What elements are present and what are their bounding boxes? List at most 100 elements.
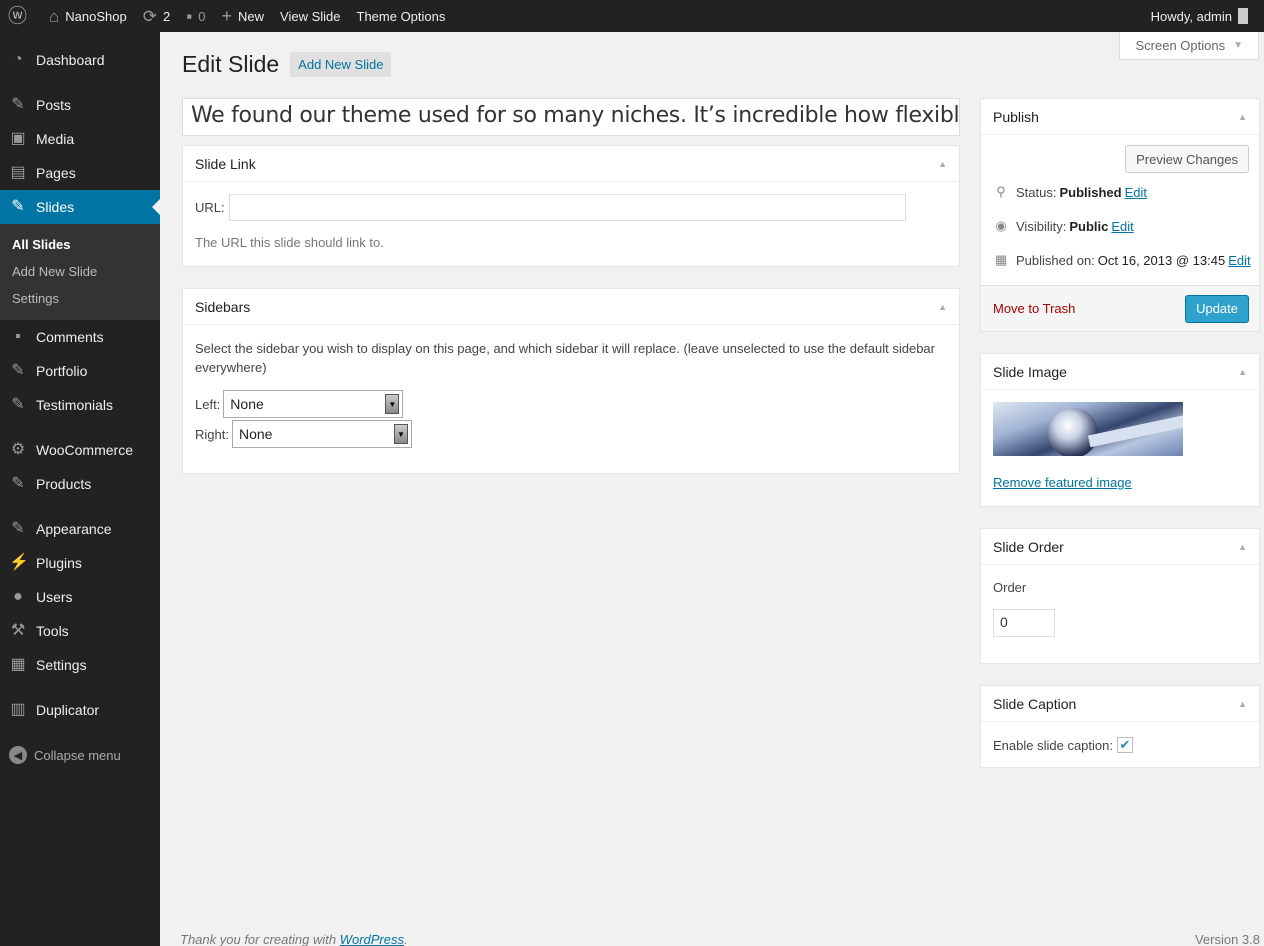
new-label: New xyxy=(238,8,265,24)
published-date-row: ▦ Published on: Oct 16, 2013 @ 13:45 Edi… xyxy=(981,243,1259,277)
menu-testimonials[interactable]: ✎ Testimonials xyxy=(0,388,160,422)
menu-media[interactable]: ▣ Media xyxy=(0,122,160,156)
collapse-menu-button[interactable]: ◀ Collapse menu xyxy=(0,738,160,772)
left-label: Left: xyxy=(195,396,221,412)
menu-comments[interactable]: ▪ Comments xyxy=(0,320,160,354)
howdy-greeting: Howdy, admin xyxy=(1150,8,1232,24)
update-button[interactable]: Update xyxy=(1185,294,1249,323)
order-label: Order xyxy=(993,580,1027,595)
add-new-slide-button[interactable]: Add New Slide xyxy=(290,52,392,77)
menu-plugins[interactable]: ⚡ Plugins xyxy=(0,546,160,580)
duplicator-icon: ▥ xyxy=(10,701,26,718)
submenu-add-new-slide[interactable]: Add New Slide xyxy=(0,258,160,285)
toggle-arrow-icon[interactable]: ▲ xyxy=(1238,699,1247,709)
pin-icon: ✎ xyxy=(11,475,25,492)
dashboard-icon: ◔ xyxy=(13,51,23,68)
screen-options-label: Screen Options xyxy=(1135,38,1226,53)
menu-products[interactable]: ✎ Products xyxy=(0,467,160,501)
calendar-icon: ▦ xyxy=(994,252,1008,267)
toggle-arrow-icon[interactable]: ▲ xyxy=(1238,112,1247,122)
slide-order-heading: Slide Order xyxy=(993,538,1064,555)
wrench-icon: ⚒ xyxy=(10,622,26,639)
menu-slides[interactable]: ✎ Slides xyxy=(0,190,160,224)
menu-portfolio[interactable]: ✎ Portfolio xyxy=(0,354,160,388)
menu-duplicator[interactable]: ▥ Duplicator xyxy=(0,693,160,727)
menu-pages-label: Pages xyxy=(36,165,76,181)
slide-link-header[interactable]: Slide Link ▲ xyxy=(183,146,959,182)
menu-pages[interactable]: ▤ Pages xyxy=(0,156,160,190)
menu-users-label: Users xyxy=(36,589,73,605)
edit-visibility-link[interactable]: Edit xyxy=(1111,219,1133,234)
status-label: Status: xyxy=(1016,184,1057,200)
wordpress-logo-icon: ⓦ xyxy=(8,5,28,27)
pin-icon: ✎ xyxy=(11,362,25,379)
new-content-link[interactable]: + New xyxy=(214,0,273,32)
url-input[interactable] xyxy=(228,194,906,221)
page-header: Edit Slide Add New Slide xyxy=(182,51,392,78)
updates-link[interactable]: ⟳ 2 xyxy=(135,0,178,32)
move-to-trash-link[interactable]: Move to Trash xyxy=(993,301,1075,316)
updates-icon: ⟳ xyxy=(142,6,157,26)
pin-icon: ✎ xyxy=(11,96,25,113)
post-title-input[interactable]: We found our theme used for so many nich… xyxy=(182,98,960,136)
comment-icon: ▪ xyxy=(15,328,21,345)
enable-caption-checkbox[interactable]: ✔ xyxy=(1116,737,1133,753)
toggle-arrow-icon[interactable]: ▲ xyxy=(938,302,947,312)
sidebars-description: Select the sidebar you wish to display o… xyxy=(195,341,935,375)
view-slide-label: View Slide xyxy=(280,8,341,24)
left-sidebar-value: None xyxy=(230,396,264,412)
media-icon: ▣ xyxy=(10,130,26,147)
wordpress-link[interactable]: WordPress xyxy=(340,932,404,946)
slide-caption-heading: Slide Caption xyxy=(993,695,1077,712)
published-label: Published on: xyxy=(1016,252,1095,268)
edit-status-link[interactable]: Edit xyxy=(1125,185,1147,200)
comments-count: 0 xyxy=(198,8,206,24)
toggle-arrow-icon[interactable]: ▲ xyxy=(1238,542,1247,552)
preview-changes-button[interactable]: Preview Changes xyxy=(1125,145,1249,173)
view-slide-link[interactable]: View Slide xyxy=(272,0,348,32)
sidebars-header[interactable]: Sidebars ▲ xyxy=(183,289,959,325)
menu-tools[interactable]: ⚒ Tools xyxy=(0,614,160,648)
visibility-label: Visibility: xyxy=(1016,218,1067,234)
menu-posts-label: Posts xyxy=(36,97,72,113)
submenu-settings[interactable]: Settings xyxy=(0,285,160,312)
checkmark-icon: ✔ xyxy=(1119,737,1131,752)
site-name-label: NanoShop xyxy=(65,8,127,24)
my-account-menu[interactable]: Howdy, admin xyxy=(1151,8,1264,24)
menu-settings[interactable]: ▦ Settings xyxy=(0,648,160,682)
menu-appearance[interactable]: ✎ Appearance xyxy=(0,512,160,546)
publish-header[interactable]: Publish ▲ xyxy=(981,99,1259,135)
menu-posts[interactable]: ✎ Posts xyxy=(0,88,160,122)
left-sidebar-select[interactable]: None ▼ xyxy=(223,390,404,418)
screen-options-button[interactable]: Screen Options ▼ xyxy=(1119,32,1259,60)
enable-caption-label: Enable slide caption: xyxy=(993,737,1113,753)
featured-image-thumbnail[interactable] xyxy=(993,402,1183,456)
menu-dashboard[interactable]: ◔ Dashboard xyxy=(0,43,160,77)
edit-date-link[interactable]: Edit xyxy=(1228,253,1250,268)
menu-portfolio-label: Portfolio xyxy=(36,363,88,379)
slide-caption-header[interactable]: Slide Caption ▲ xyxy=(981,686,1259,722)
comment-icon: ▪ xyxy=(186,6,193,26)
wp-logo-menu[interactable]: ⓦ xyxy=(0,0,41,32)
slide-caption-box: Slide Caption ▲ Enable slide caption: ✔ xyxy=(980,685,1260,768)
url-label: URL: xyxy=(195,200,225,215)
theme-options-link[interactable]: Theme Options xyxy=(349,0,454,32)
footer-thanks-text: Thank you for creating with xyxy=(180,932,340,946)
right-sidebar-value: None xyxy=(238,426,273,442)
menu-dashboard-label: Dashboard xyxy=(36,52,105,68)
menu-woocommerce[interactable]: ⚙ WooCommerce xyxy=(0,433,160,467)
admin-menu: ◔ Dashboard ✎ Posts ▣ Media ▤ Pages ✎ Sl… xyxy=(0,32,160,946)
toggle-arrow-icon[interactable]: ▲ xyxy=(938,159,947,169)
remove-featured-image-link[interactable]: Remove featured image xyxy=(993,475,1132,490)
toggle-arrow-icon[interactable]: ▲ xyxy=(1238,367,1247,377)
right-sidebar-select[interactable]: None ▼ xyxy=(231,420,412,448)
slide-image-header[interactable]: Slide Image ▲ xyxy=(981,354,1259,390)
menu-users[interactable]: ● Users xyxy=(0,580,160,614)
site-name-link[interactable]: ⌂ NanoShop xyxy=(41,0,135,32)
comments-link[interactable]: ▪ 0 xyxy=(178,0,213,32)
order-input[interactable]: 0 xyxy=(993,609,1055,637)
admin-bar: ⓦ ⌂ NanoShop ⟳ 2 ▪ 0 + New View Slide Th… xyxy=(0,0,1264,32)
submenu-all-slides[interactable]: All Slides xyxy=(0,231,160,258)
status-row: ⚲ Status: Published Edit xyxy=(981,175,1259,209)
slide-order-header[interactable]: Slide Order ▲ xyxy=(981,529,1259,565)
